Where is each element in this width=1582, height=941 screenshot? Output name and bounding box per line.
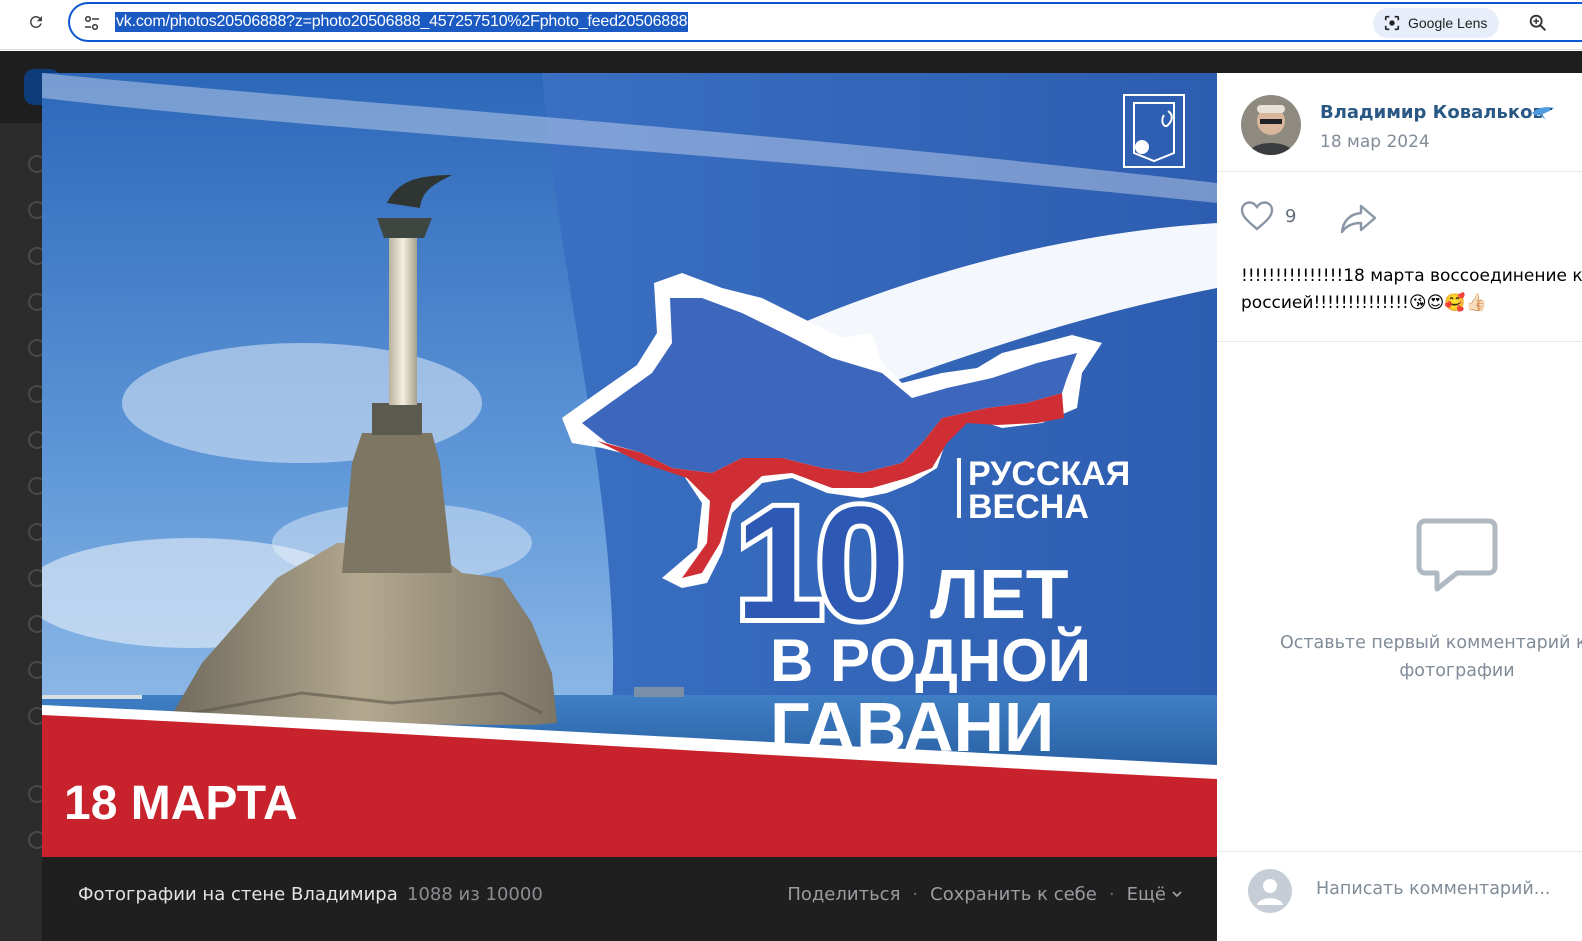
poster-number: 10 <box>735 473 899 652</box>
poster-line2: В РОДНОЙ <box>770 627 1091 694</box>
poster-line3: ГАВАНИ <box>770 688 1054 766</box>
google-lens-button[interactable]: Google Lens <box>1373 8 1500 38</box>
chevron-down-icon <box>1172 891 1182 898</box>
empty-comments-text: Оставьте первый комментарий к этой фотог… <box>1279 633 1582 681</box>
more-label: Ещё <box>1126 884 1166 905</box>
site-settings-icon[interactable] <box>82 13 102 33</box>
album-title-link[interactable]: Фотографии на стене Владимира <box>78 884 398 905</box>
reload-icon[interactable] <box>22 8 50 36</box>
address-bar[interactable]: vk.com/photos20506888?z=photo20506888_45… <box>68 2 1582 42</box>
author-header: Владимир Ковальков 18 мар 2024 <box>1217 73 1582 172</box>
photo-footer: Фотографии на стене Владимира 1088 из 10… <box>42 857 1217 941</box>
save-to-album-link[interactable]: Сохранить к себе <box>930 884 1097 905</box>
author-name-link[interactable]: Владимир Ковальков <box>1320 102 1544 123</box>
avatar[interactable] <box>1241 95 1301 155</box>
google-lens-label: Google Lens <box>1408 15 1488 31</box>
poster-date: 18 МАРТА <box>64 777 298 830</box>
photo-viewer: РУССКАЯ ВЕСНА 10 ЛЕТ В РОДНОЙ ГАВАНИ 18 … <box>42 73 1582 941</box>
poster-line1: ЛЕТ <box>930 555 1069 633</box>
lens-icon <box>1384 15 1400 31</box>
comments-icon <box>1415 517 1499 593</box>
user-avatar-icon <box>1248 869 1292 913</box>
brand-divider <box>957 458 961 518</box>
divider <box>1217 341 1582 342</box>
separator: · <box>912 884 919 905</box>
share-link[interactable]: Поделиться <box>787 884 900 905</box>
reactions-bar: 9 <box>1217 172 1582 262</box>
photo[interactable]: РУССКАЯ ВЕСНА 10 ЛЕТ В РОДНОЙ ГАВАНИ 18 … <box>42 73 1217 857</box>
bird-emoji-icon <box>1532 107 1554 120</box>
zoom-icon[interactable] <box>1527 12 1551 36</box>
post-date: 18 мар 2024 <box>1320 132 1430 152</box>
like-button[interactable]: 9 <box>1239 200 1296 232</box>
more-menu-button[interactable]: Ещё <box>1127 884 1183 905</box>
heart-icon <box>1240 201 1274 231</box>
browser-toolbar: vk.com/photos20506888?z=photo20506888_45… <box>0 0 1582 50</box>
url-text[interactable]: vk.com/photos20506888?z=photo20506888_45… <box>115 12 689 32</box>
separator: · <box>1108 884 1115 905</box>
share-icon[interactable] <box>1339 200 1379 236</box>
poster-brand-line2: ВЕСНА <box>968 488 1089 526</box>
photo-counter: 1088 из 10000 <box>407 884 543 905</box>
likes-count: 9 <box>1285 205 1297 227</box>
post-caption: !!!!!!!!!!!!!!!18 марта воссоединение кр… <box>1241 263 1582 317</box>
caption-line: !!!!!!!!!!!!!!!18 марта воссоединение кр… <box>1241 266 1582 286</box>
comment-composer: Написать комментарий... <box>1217 851 1582 941</box>
footer-actions: Поделиться · Сохранить к себе · Ещё <box>787 884 1183 905</box>
photo-side-panel: Владимир Ковальков 18 мар 2024 9 !!!!!!!… <box>1217 73 1582 941</box>
comment-input[interactable]: Написать комментарий... <box>1316 879 1550 899</box>
caption-line: россией!!!!!!!!!!!!!!😘😍🥰👍🏻 <box>1241 293 1487 313</box>
